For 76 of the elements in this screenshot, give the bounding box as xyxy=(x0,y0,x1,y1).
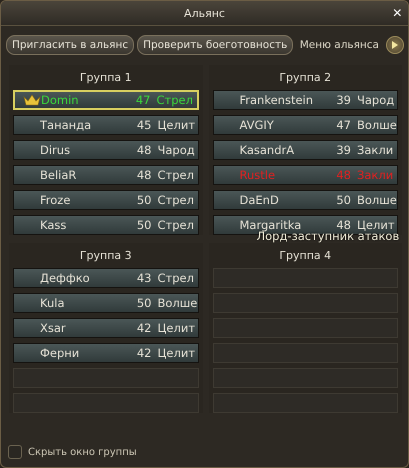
member-class: Целит xyxy=(158,346,196,360)
member-name: Kula xyxy=(40,296,66,310)
member-row[interactable]: Domin 47 Стрел xyxy=(13,90,198,110)
group-title: Группа 3 xyxy=(80,249,132,262)
member-class: Стрел xyxy=(158,193,195,207)
member-row[interactable]: Kula 50 Волше xyxy=(13,293,198,313)
member-row[interactable]: Kass 50 Стрел xyxy=(13,215,198,235)
member-level: 50 xyxy=(136,193,152,207)
member-name: DaEnD xyxy=(240,193,280,207)
member-row[interactable]: BeliaR 48 Стрел xyxy=(13,165,198,185)
member-level: 42 xyxy=(136,321,152,335)
group-title: Группа 4 xyxy=(279,249,332,262)
member-class: Стрел xyxy=(158,218,195,232)
member-class: Стрел xyxy=(158,271,195,285)
member-level: 48 xyxy=(335,168,351,182)
member-row[interactable]: Деффко 43 Стрел xyxy=(13,268,198,288)
member-name: Froze xyxy=(40,193,72,207)
toolbar-button[interactable]: Пригласить в альянс xyxy=(6,35,134,55)
member-class: Целит xyxy=(158,118,196,132)
member-row[interactable]: DaEnD 50 Волше xyxy=(212,190,398,210)
member-level: 48 xyxy=(136,143,152,157)
member-name: AVGIY xyxy=(240,118,275,132)
member-row[interactable]: KasandrA 39 Закли xyxy=(212,140,398,160)
member-name: Margaritka xyxy=(240,218,302,232)
group-title: Группа 2 xyxy=(279,71,332,84)
member-level: 45 xyxy=(136,118,152,132)
checkbox-label: Скрыть окно группы xyxy=(28,446,137,458)
member-name: Dirus xyxy=(40,143,72,157)
member-name: BeliaR xyxy=(40,168,78,182)
menu-arrow-button[interactable] xyxy=(386,36,404,54)
member-name: Rustle xyxy=(240,168,276,182)
member-level: 43 xyxy=(136,271,152,285)
member-level: 39 xyxy=(335,143,351,157)
member-class: Чарод xyxy=(158,143,196,157)
arrow-icon xyxy=(390,40,400,50)
member-row[interactable]: AVGIY 47 Волше xyxy=(212,115,398,135)
member-name: KasandrA xyxy=(240,143,296,157)
member-level: 50 xyxy=(136,296,152,310)
member-level: 48 xyxy=(136,168,152,182)
window-title: Альянс xyxy=(184,6,225,20)
member-class: Целит xyxy=(357,218,396,232)
member-name: Тананда xyxy=(40,118,92,132)
member-class: Целит xyxy=(158,321,196,335)
member-level: 48 xyxy=(336,218,351,232)
member-name: Domin xyxy=(41,93,80,107)
member-row[interactable]: Xsar 42 Целит xyxy=(13,318,198,338)
member-level: 50 xyxy=(136,218,152,232)
member-level: 47 xyxy=(335,118,351,132)
member-row[interactable]: Dirus 48 Чарод xyxy=(13,140,198,160)
member-name: Xsar xyxy=(40,321,67,335)
crown-icon xyxy=(23,94,41,106)
member-row[interactable]: Тананда 45 Целит xyxy=(13,115,198,135)
member-class: Стрел xyxy=(158,168,195,182)
member-class: Закли xyxy=(357,143,394,157)
member-level: 47 xyxy=(134,93,150,107)
member-name: Frankenstein xyxy=(240,93,314,107)
member-class: Стрел xyxy=(156,93,194,107)
member-class: Чарод xyxy=(357,93,396,107)
toolbar-button[interactable]: Проверить боеготовность xyxy=(137,35,294,55)
member-name: Ферни xyxy=(40,346,80,360)
member-level: 42 xyxy=(136,346,152,360)
member-level: 39 xyxy=(335,93,351,107)
menu-label: Меню альянса xyxy=(300,39,379,51)
group-title: Группа 1 xyxy=(80,71,132,84)
member-class: Волше xyxy=(158,296,198,310)
member-class: Волше xyxy=(357,118,397,132)
member-row[interactable]: Ферни 42 Целит xyxy=(13,343,198,363)
member-class: Закли xyxy=(357,168,394,182)
close-button[interactable]: × xyxy=(392,6,402,22)
member-level: 50 xyxy=(335,193,351,207)
member-name: Kass xyxy=(40,218,68,232)
member-row[interactable]: Froze 50 Стрел xyxy=(13,190,198,210)
member-row[interactable]: Frankenstein 39 Чарод xyxy=(212,90,398,110)
member-name: Деффко xyxy=(40,271,91,285)
member-class: Волше xyxy=(357,193,397,207)
checkbox[interactable] xyxy=(8,445,22,459)
